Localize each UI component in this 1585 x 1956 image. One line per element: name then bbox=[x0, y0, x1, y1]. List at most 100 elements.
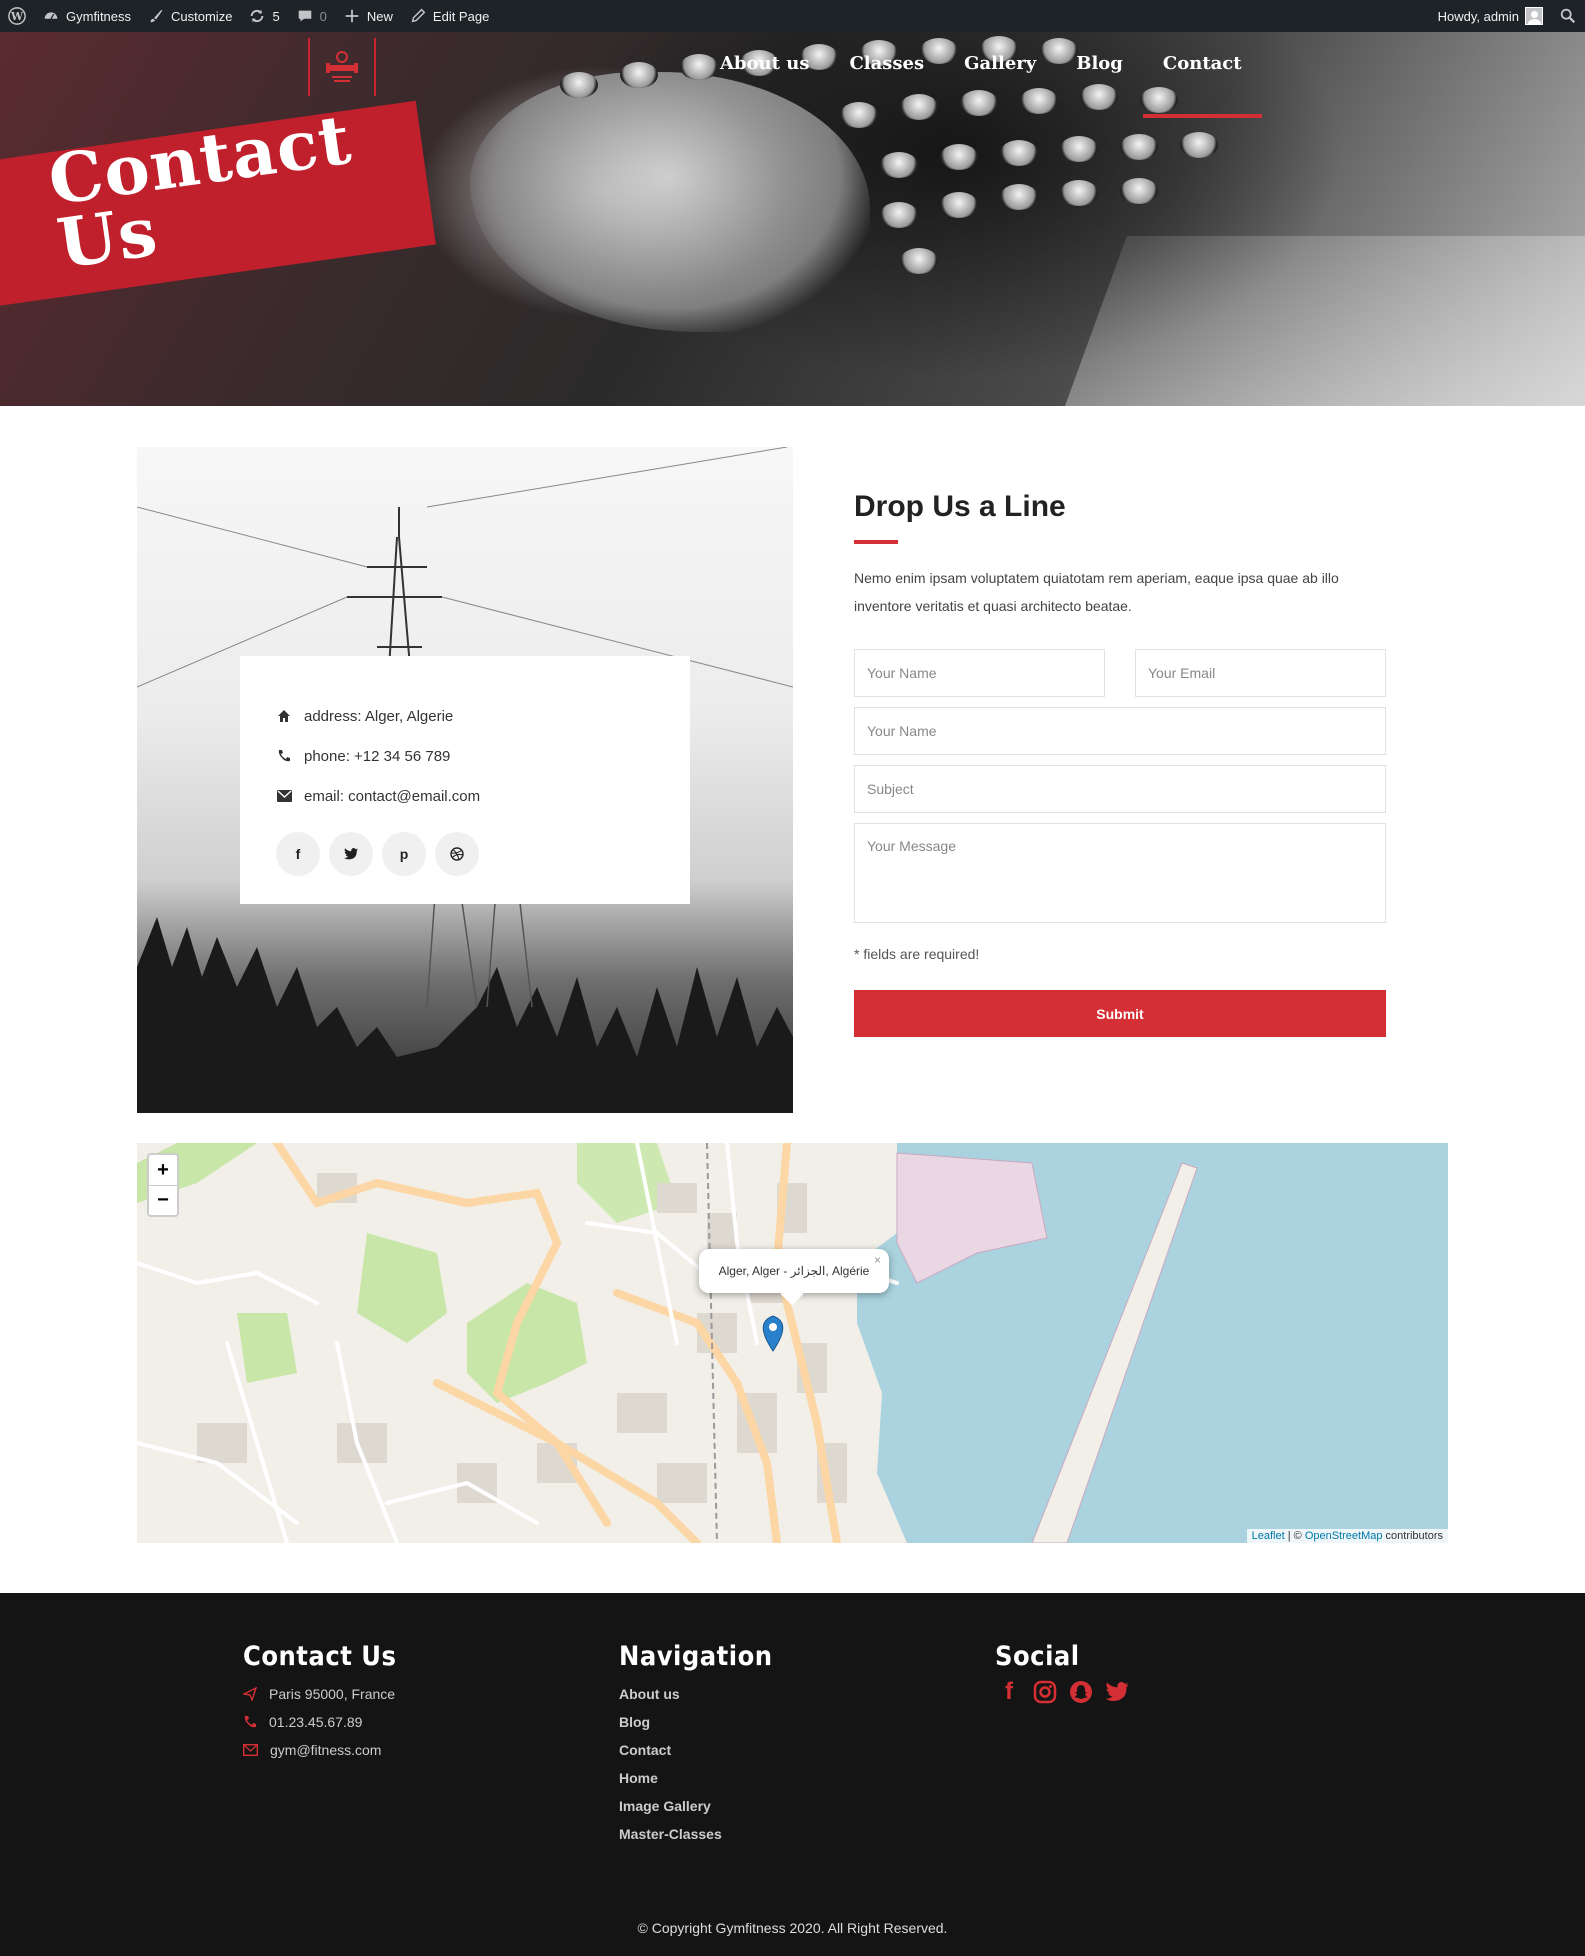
info-address: address: Alger, Algerie bbox=[304, 707, 454, 725]
twitter-icon[interactable] bbox=[1103, 1678, 1131, 1706]
updates-count: 5 bbox=[272, 8, 280, 24]
dribbble-icon bbox=[450, 847, 464, 861]
map-popup-text: Alger, Alger - الجزائر, Algérie bbox=[718, 1264, 870, 1278]
search-icon bbox=[1560, 8, 1576, 24]
form-title: Drop Us a Line bbox=[854, 490, 1066, 523]
location-map[interactable]: + − Alger, Alger - الجزائر, Algérie × Le… bbox=[137, 1143, 1448, 1543]
footer-link-contact[interactable]: Contact bbox=[619, 1736, 773, 1764]
contact-form-intro: Drop Us a Line Nemo enim ipsam voluptate… bbox=[854, 490, 1386, 620]
nav-classes[interactable]: Classes bbox=[829, 50, 944, 118]
map-attribution: Leaflet | © OpenStreetMap contributors bbox=[1246, 1529, 1448, 1543]
twitter-icon bbox=[344, 848, 358, 860]
footer-link-master-classes[interactable]: Master-Classes bbox=[619, 1820, 773, 1848]
hero-table bbox=[1065, 236, 1585, 406]
info-email: email: contact@email.com bbox=[304, 787, 481, 805]
facebook-icon: f bbox=[295, 846, 301, 862]
submit-button[interactable]: Submit bbox=[854, 990, 1386, 1037]
wordpress-logo-icon[interactable]: W bbox=[0, 0, 34, 32]
instagram-icon[interactable] bbox=[1031, 1678, 1059, 1706]
popup-close-button[interactable]: × bbox=[874, 1253, 881, 1267]
site-footer: Contact Us Paris 95000, France 01.23.45.… bbox=[0, 1593, 1585, 1956]
attribution-tail: contributors bbox=[1382, 1530, 1443, 1542]
title-underline bbox=[854, 540, 898, 544]
edit-page-menu[interactable]: Edit Page bbox=[401, 0, 497, 32]
phone-icon bbox=[244, 1716, 256, 1728]
envelope-icon bbox=[243, 1744, 258, 1756]
phone-icon bbox=[276, 748, 292, 764]
info-address-row: address: Alger, Algerie bbox=[276, 696, 654, 736]
zoom-in-button[interactable]: + bbox=[149, 1155, 177, 1185]
info-phone-row: phone: +12 34 56 789 bbox=[276, 736, 654, 776]
new-label: New bbox=[366, 8, 393, 24]
leaflet-link[interactable]: Leaflet bbox=[1252, 1530, 1285, 1542]
paper-plane-icon bbox=[243, 1687, 257, 1701]
snapchat-icon[interactable] bbox=[1067, 1678, 1095, 1706]
footer-nav-title: Navigation bbox=[619, 1641, 773, 1672]
footer-phone: 01.23.45.67.89 bbox=[269, 1714, 363, 1730]
contact-info-card: address: Alger, Algerie phone: +12 34 56… bbox=[240, 656, 690, 904]
email-input[interactable]: Your Email bbox=[1135, 649, 1386, 697]
admin-bar: W Gymfitness Customize 5 0 New Edit Page… bbox=[0, 0, 1585, 32]
comment-icon bbox=[298, 10, 311, 22]
gym-logo-icon bbox=[326, 51, 358, 82]
footer-email[interactable]: gym@fitness.com bbox=[270, 1742, 381, 1758]
zoom-out-button[interactable]: − bbox=[149, 1185, 177, 1215]
footer-link-home[interactable]: Home bbox=[619, 1764, 773, 1792]
subject-input[interactable]: Subject bbox=[854, 765, 1386, 813]
info-social-links: f p bbox=[276, 832, 654, 876]
nav-about-us[interactable]: About us bbox=[700, 50, 829, 118]
footer-social-title: Social bbox=[995, 1641, 1080, 1672]
updates-icon bbox=[251, 9, 264, 23]
site-name-label: Gymfitness bbox=[66, 8, 132, 24]
envelope-icon bbox=[276, 788, 292, 804]
footer-address: Paris 95000, France bbox=[269, 1686, 396, 1702]
footer-social-column: Social f bbox=[995, 1641, 1131, 1706]
hero-header: About us Classes Gallery Blog Contact Co… bbox=[0, 32, 1585, 406]
required-note: * fields are required! bbox=[854, 946, 980, 962]
facebook-icon[interactable]: f bbox=[995, 1678, 1023, 1706]
footer-email-row: gym@fitness.com bbox=[243, 1736, 396, 1764]
comments-count: 0 bbox=[319, 8, 327, 24]
footer-link-about-us[interactable]: About us bbox=[619, 1680, 773, 1708]
message-textarea[interactable]: Your Message bbox=[854, 823, 1386, 923]
footer-link-blog[interactable]: Blog bbox=[619, 1708, 773, 1736]
site-logo[interactable] bbox=[308, 38, 376, 96]
main-navigation: About us Classes Gallery Blog Contact bbox=[700, 50, 1262, 118]
pencil-icon bbox=[411, 8, 426, 23]
updates-menu[interactable]: 5 bbox=[240, 0, 287, 32]
my-account-menu[interactable]: Howdy, admin bbox=[1430, 0, 1551, 32]
site-name-menu[interactable]: Gymfitness bbox=[34, 0, 139, 32]
nav-blog[interactable]: Blog bbox=[1056, 50, 1143, 118]
footer-link-image-gallery[interactable]: Image Gallery bbox=[619, 1792, 773, 1820]
facebook-button[interactable]: f bbox=[276, 832, 320, 876]
svg-text:W: W bbox=[10, 10, 24, 23]
map-tiles bbox=[137, 1143, 1448, 1543]
footer-navigation-column: Navigation About us Blog Contact Home Im… bbox=[619, 1641, 773, 1848]
info-phone: phone: +12 34 56 789 bbox=[304, 747, 451, 765]
copyright: © Copyright Gymfitness 2020. All Right R… bbox=[637, 1920, 948, 1936]
home-icon bbox=[276, 708, 292, 724]
nav-contact[interactable]: Contact bbox=[1142, 50, 1262, 118]
dribbble-button[interactable] bbox=[435, 832, 479, 876]
pinterest-icon: p bbox=[399, 846, 409, 862]
info-email-row: email: contact@email.com bbox=[276, 776, 654, 816]
name-input-2[interactable]: Your Name bbox=[854, 707, 1386, 755]
admin-search-button[interactable] bbox=[1551, 0, 1585, 32]
footer-contact-title: Contact Us bbox=[243, 1641, 397, 1672]
form-description: Nemo enim ipsam voluptatem quiatotam rem… bbox=[854, 570, 1339, 614]
twitter-button[interactable] bbox=[329, 832, 373, 876]
comments-menu[interactable]: 0 bbox=[288, 0, 335, 32]
new-content-menu[interactable]: New bbox=[335, 0, 401, 32]
edit-page-label: Edit Page bbox=[432, 8, 490, 24]
avatar bbox=[1525, 7, 1543, 25]
footer-social-links: f bbox=[995, 1678, 1131, 1706]
footer-phone-row: 01.23.45.67.89 bbox=[243, 1708, 396, 1736]
customize-menu[interactable]: Customize bbox=[139, 0, 240, 32]
footer-address-row: Paris 95000, France bbox=[243, 1680, 396, 1708]
name-input[interactable]: Your Name bbox=[854, 649, 1105, 697]
customize-label: Customize bbox=[171, 8, 233, 24]
pinterest-button[interactable]: p bbox=[382, 832, 426, 876]
osm-link[interactable]: OpenStreetMap bbox=[1305, 1530, 1383, 1542]
attribution-separator: | © bbox=[1284, 1530, 1305, 1542]
nav-gallery[interactable]: Gallery bbox=[944, 50, 1056, 118]
